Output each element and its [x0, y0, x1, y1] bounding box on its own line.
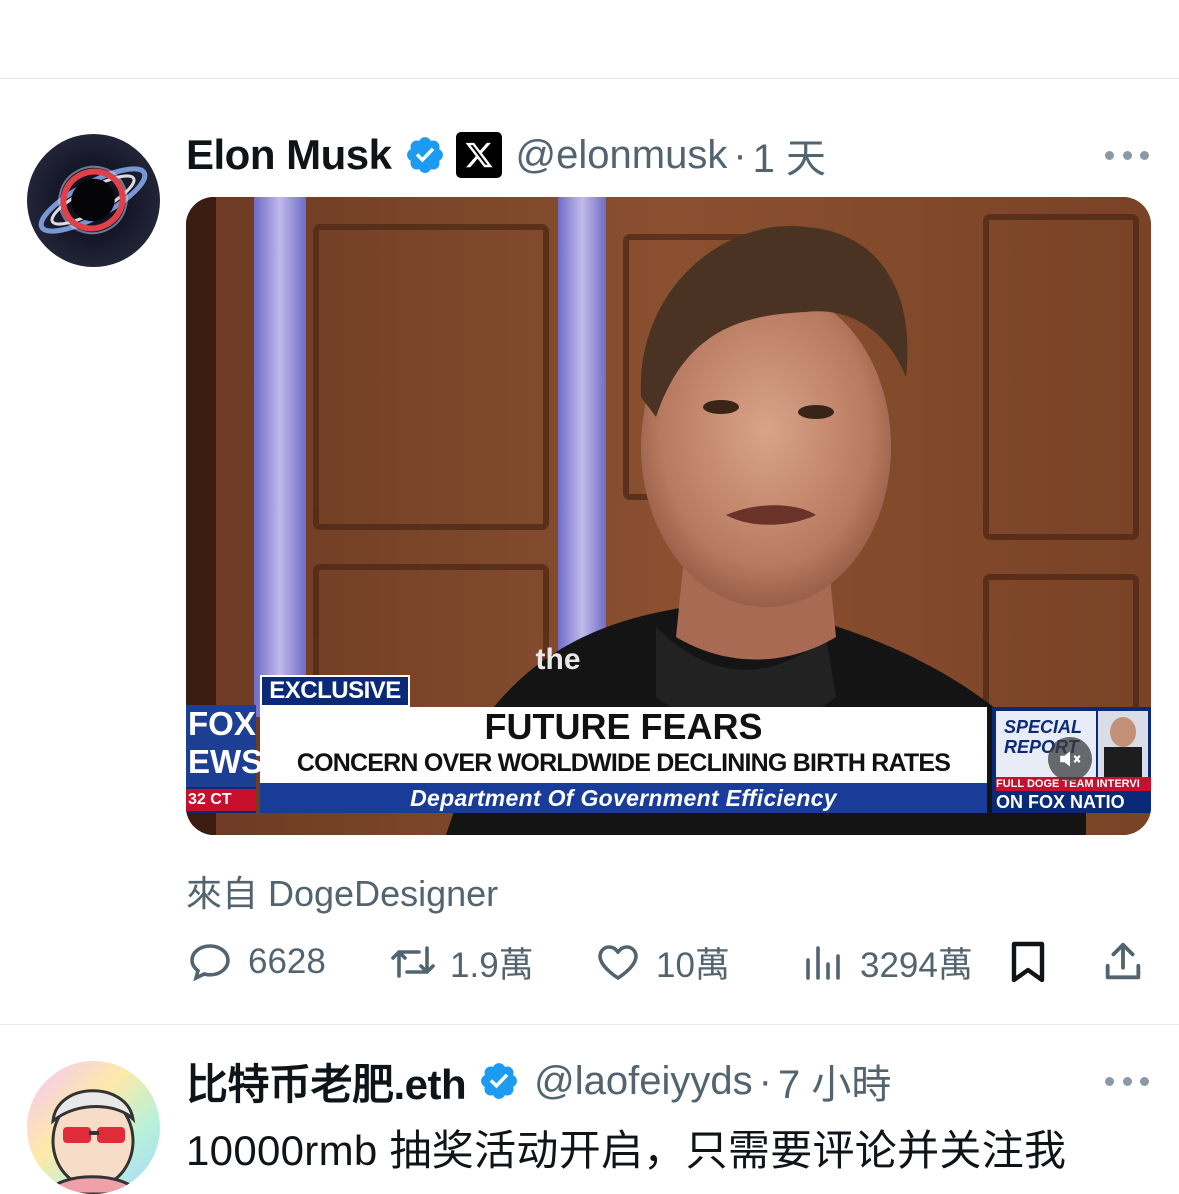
repost-icon [391, 946, 435, 978]
author-name[interactable]: 比特币老肥.eth [186, 1051, 467, 1112]
separator-dot: · [758, 1058, 772, 1103]
like-button[interactable]: 10萬 [594, 934, 730, 990]
share-icon [1105, 942, 1141, 980]
cartoon-avatar [27, 1061, 160, 1194]
views-button[interactable]: 3294萬 [798, 934, 973, 990]
repost-count: 1.9萬 [450, 945, 534, 985]
ticker-bar: Department Of Government Efficiency [260, 783, 987, 813]
like-count: 10萬 [656, 945, 730, 985]
views-icon [806, 946, 840, 980]
tweet-elonmusk[interactable]: Elon Musk @elonmusk · 1 天 the EXCLUSIVE … [0, 79, 1179, 1025]
headline-banner: FUTURE FEARS CONCERN OVER WORLDWIDE DECL… [260, 707, 987, 783]
video-caption: the [536, 643, 581, 676]
verified-badge-icon [406, 137, 443, 173]
exclusive-tag: EXCLUSIVE [260, 675, 410, 707]
fox-news-logo: FOX EWS 32 CT [186, 705, 263, 813]
x-logo-icon [455, 132, 502, 178]
view-count: 3294萬 [860, 945, 973, 985]
heart-icon [598, 945, 638, 980]
mute-icon[interactable] [1048, 737, 1092, 781]
avatar[interactable] [27, 1061, 160, 1194]
bookmark-icon [1011, 941, 1045, 983]
author-name[interactable]: Elon Musk [186, 131, 392, 179]
tweet-header: Elon Musk @elonmusk · 1 天 [186, 125, 826, 185]
timestamp[interactable]: 7 小時 [778, 1052, 891, 1110]
repost-button[interactable]: 1.9萬 [386, 934, 534, 990]
tweet-laofeiyyds[interactable]: 比特币老肥.eth @laofeiyyds · 7 小時 10000rmb 抽奖… [0, 1025, 1179, 1194]
more-options-icon[interactable] [1105, 145, 1149, 165]
separator-dot: · [733, 132, 747, 177]
more-options-icon[interactable] [1105, 1071, 1149, 1091]
avatar[interactable] [27, 134, 160, 267]
reply-icon [190, 944, 230, 982]
author-handle[interactable]: @laofeiyyds [534, 1059, 752, 1104]
bookmark-button[interactable] [1006, 934, 1050, 990]
action-bar: 6628 1.9萬 10萬 3294萬 [186, 934, 1151, 990]
author-handle[interactable]: @elonmusk [516, 133, 728, 178]
tweet-header: 比特币老肥.eth @laofeiyyds · 7 小時 [186, 1051, 891, 1111]
reply-button[interactable]: 6628 [186, 934, 326, 990]
share-button[interactable] [1100, 934, 1146, 990]
source-label[interactable]: 來自 DogeDesigner [186, 865, 498, 917]
tweet-text: 10000rmb 抽奖活动开启，只需要评论并关注我 [186, 1127, 1067, 1174]
black-hole-avatar [27, 134, 160, 267]
video-player[interactable]: the EXCLUSIVE FOX EWS 32 CT FUTURE FEARS… [186, 197, 1151, 835]
verified-badge-icon [481, 1063, 518, 1099]
timestamp[interactable]: 1 天 [753, 126, 826, 184]
reply-count: 6628 [248, 942, 326, 981]
